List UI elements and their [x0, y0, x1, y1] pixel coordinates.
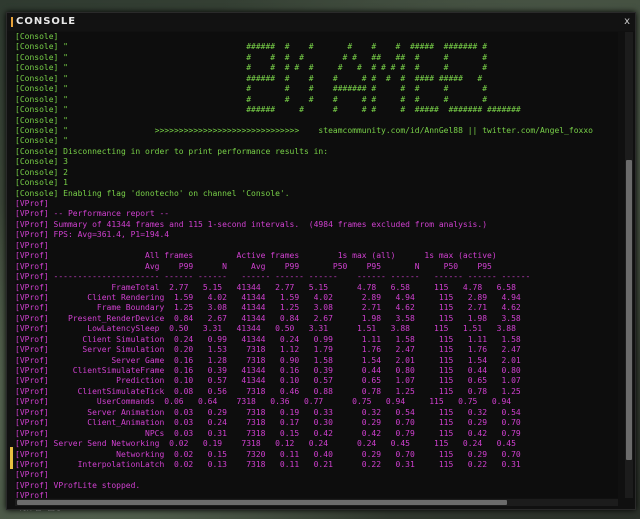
console-line: [VProf] Client_Animation 0.03 0.24 7318 … — [15, 418, 521, 428]
console-line: [Console] " # # # # # # # # # # — [15, 94, 488, 104]
title-accent-bar — [11, 17, 13, 27]
console-line: [VProf] LowLatencySleep 0.50 3.31 41344 … — [15, 324, 516, 334]
console-line: [VProf] — [15, 491, 49, 498]
console-line: [VProf] — [15, 240, 49, 250]
console-line: [VProf] Summary of 41344 frames and 115 … — [15, 219, 488, 229]
console-line: [Console] — [15, 32, 59, 41]
console-line: [VProf] Client Simulation 0.24 0.99 4134… — [15, 334, 521, 344]
console-line: [VProf] Prediction 0.10 0.57 41344 0.10 … — [15, 376, 521, 386]
console-line: [VProf] Present_RenderDevice 0.84 2.67 4… — [15, 313, 521, 323]
console-line: [Console] " # # # ####### # # # # # — [15, 84, 488, 94]
console-line: [VProf] — [15, 199, 49, 208]
console-line: [Console] Disconnecting in order to prin… — [15, 146, 329, 156]
console-window: CONSOLE x [Console] [Console] " ###### # … — [6, 12, 636, 510]
window-title: CONSOLE — [16, 16, 77, 27]
console-line: [Console] Enabling flag 'donotecho' on c… — [15, 188, 290, 198]
console-line: [VProf] NPCs 0.03 0.31 7318 0.15 0.42 0.… — [15, 428, 521, 438]
console-line: [VProf] — [15, 470, 49, 480]
highlight-marker — [10, 447, 13, 469]
console-line: [VProf] InterpolationLatch 0.02 0.13 731… — [15, 459, 521, 469]
console-line: [Console] " # # # # # # ## ## # # # — [15, 52, 488, 62]
console-line: [Console] " # # # # # # # # # # # # # # — [15, 63, 488, 73]
console-line: [VProf] ClientSimulateFrame 0.16 0.39 41… — [15, 366, 521, 375]
console-output[interactable]: [Console] [Console] " ###### # # # # # ##… — [15, 32, 618, 498]
console-line: [Console] 3 — [15, 157, 68, 167]
console-line: [VProf] All frames Active frames 1s max … — [15, 251, 497, 261]
vertical-scroll-thumb[interactable] — [626, 160, 632, 460]
console-line: [VProf] ---------------------- ------ --… — [15, 272, 531, 282]
console-line: [VProf] Server Simulation 0.20 1.53 7318… — [15, 345, 521, 355]
console-line: [VProf] FrameTotal 2.77 5.15 41344 2.77 … — [15, 282, 516, 292]
vertical-scrollbar[interactable] — [625, 32, 633, 498]
console-line: [VProf] Server Send Networking 0.02 0.19… — [15, 439, 516, 449]
horizontal-scroll-thumb[interactable] — [17, 500, 507, 505]
console-line: [Console] 2 — [15, 167, 68, 177]
console-line: [VProf] Frame Boundary 1.25 3.08 41344 1… — [15, 303, 521, 313]
title-bar[interactable]: CONSOLE x — [7, 13, 635, 31]
console-line: [Console] " ###### # # # # # # # #### ##… — [15, 73, 483, 83]
close-button[interactable]: x — [624, 16, 630, 27]
console-line: [VProf] -- Performance report -- — [15, 209, 170, 219]
console-line: [VProf] Avg P99 N Avg P99 P50 P95 N P50 … — [15, 261, 492, 271]
console-line: [VProf] VProfLite stopped. — [15, 480, 141, 490]
horizontal-scrollbar[interactable] — [15, 499, 618, 506]
console-line: [VProf] FPS: Avg=361.4, P1=194.4 — [15, 230, 170, 240]
console-line: [VProf] Networking 0.02 0.15 7320 0.11 0… — [15, 449, 521, 459]
console-line: [Console] " — [15, 115, 68, 125]
console-line: [Console] " ###### # # # # # ##### #####… — [15, 105, 521, 115]
console-line: [VProf] Server Game 0.16 1.28 7318 0.90 … — [15, 355, 521, 365]
console-line: [VProf] UserCommands 0.06 0.64 7318 0.36… — [15, 397, 512, 407]
console-line: [Console] " >>>>>>>>>>>>>>>>>>>>>>>>>>>>… — [15, 125, 618, 135]
console-line: [Console] 1 — [15, 178, 68, 188]
console-line: [Console] " ###### # # # # # ##### #####… — [15, 42, 488, 52]
console-line: [Console] " — [15, 136, 68, 146]
console-line: [VProf] Server Animation 0.03 0.29 7318 … — [15, 407, 521, 417]
console-line: [VProf] ClientSimulateTick 0.08 0.56 731… — [15, 386, 521, 396]
console-line: [VProf] Client Rendering 1.59 4.02 41344… — [15, 292, 521, 302]
